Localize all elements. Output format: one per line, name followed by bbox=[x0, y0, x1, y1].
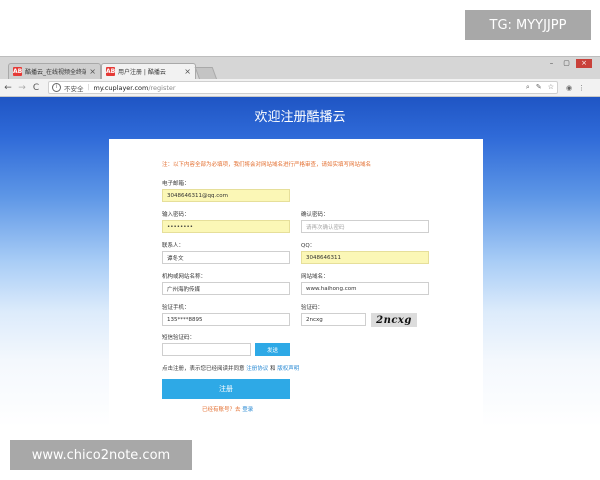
email-field[interactable]: 3048646311@qq.com bbox=[162, 189, 290, 202]
address-bar[interactable]: i 不安全 | my.cuplayer.com /register ⌕ ✎ ☆ bbox=[48, 81, 558, 94]
page-title: 欢迎注册酷播云 bbox=[254, 110, 346, 125]
tab-title: 用户注册 | 酷播云 bbox=[118, 69, 166, 76]
extension-area: ◉ ⋮ bbox=[566, 84, 585, 92]
url-host: my.cuplayer.com bbox=[93, 83, 149, 92]
email-label: 电子邮箱： bbox=[162, 181, 190, 187]
contact-label: 联系人： bbox=[162, 243, 185, 249]
send-sms-button[interactable]: 发送 bbox=[255, 343, 290, 356]
watermark-bottom-left: www.chico2note.com bbox=[10, 440, 192, 470]
omnibox-icons: ⌕ ✎ ☆ bbox=[526, 83, 554, 92]
sms-code-label: 短信验证码： bbox=[162, 335, 196, 341]
agreement-text: 点击注册，表示您已经阅读并同意 注册协议 和 版权声明 bbox=[162, 364, 299, 372]
captcha-image[interactable]: 2ncxg bbox=[371, 313, 417, 327]
qq-label: QQ： bbox=[301, 243, 316, 249]
org-name-field[interactable]: 广州海豹传媒 bbox=[162, 282, 290, 295]
minimize-icon[interactable]: – bbox=[546, 59, 557, 68]
pin-icon[interactable]: ✎ bbox=[536, 83, 542, 92]
back-icon[interactable]: ← bbox=[2, 83, 14, 93]
org-name-label: 机构或网站名称： bbox=[162, 274, 207, 280]
tab-title: 酷播云_在线视频全终端 bbox=[25, 69, 87, 76]
register-form-card: 注：以下内容全部为必填项，我们将会对网站域名进行严格审查，请如实填写网站域名 电… bbox=[109, 139, 483, 427]
reload-icon[interactable]: C bbox=[30, 83, 42, 93]
security-label: 不安全 bbox=[64, 84, 84, 93]
browser-window: AB 酷播云_在线视频全终端 × AB 用户注册 | 酷播云 × – ▢ × ←… bbox=[0, 56, 600, 427]
domain-label: 网站域名： bbox=[301, 274, 329, 280]
tab-register[interactable]: AB 用户注册 | 酷播云 × bbox=[101, 63, 196, 79]
forward-icon[interactable]: → bbox=[16, 83, 28, 93]
tab-close-icon[interactable]: × bbox=[89, 67, 96, 76]
password-field[interactable]: •••••••• bbox=[162, 220, 290, 233]
extension-icon[interactable]: ◉ bbox=[566, 84, 572, 92]
site-favicon-icon: AB bbox=[13, 67, 23, 76]
page-content: 欢迎注册酷播云 注：以下内容全部为必填项，我们将会对网站域名进行严格审查，请如实… bbox=[0, 97, 600, 427]
maximize-icon[interactable]: ▢ bbox=[561, 59, 572, 68]
star-icon[interactable]: ☆ bbox=[548, 83, 554, 92]
url-path: /register bbox=[148, 83, 176, 92]
login-link[interactable]: 登录 bbox=[242, 407, 253, 413]
agreement-prefix: 点击注册，表示您已经阅读并同意 bbox=[162, 366, 247, 372]
tab-close-icon[interactable]: × bbox=[184, 67, 191, 76]
copyright-link[interactable]: 版权声明 bbox=[277, 366, 299, 372]
password-label: 输入密码： bbox=[162, 212, 190, 218]
menu-icon[interactable]: ⋮ bbox=[578, 84, 585, 92]
domain-field[interactable]: www.haihong.com bbox=[301, 282, 429, 295]
address-separator: | bbox=[87, 84, 90, 91]
phone-field[interactable]: 135****8895 bbox=[162, 313, 290, 326]
close-window-icon[interactable]: × bbox=[576, 59, 592, 68]
phone-label: 验证手机： bbox=[162, 305, 190, 311]
confirm-password-field[interactable]: 请再次确认密码 bbox=[301, 220, 429, 233]
tab-strip: AB 酷播云_在线视频全终端 × AB 用户注册 | 酷播云 × – ▢ × bbox=[0, 57, 600, 80]
info-icon[interactable]: i bbox=[52, 83, 61, 92]
confirm-password-label: 确认密码： bbox=[301, 212, 329, 218]
search-icon[interactable]: ⌕ bbox=[526, 83, 530, 92]
login-prompt: 已经有账号？去 登录 bbox=[202, 405, 253, 413]
site-favicon-icon: AB bbox=[106, 67, 116, 76]
register-button[interactable]: 注册 bbox=[162, 379, 290, 399]
form-notice: 注：以下内容全部为必填项，我们将会对网站域名进行严格审查，请如实填写网站域名 bbox=[162, 162, 372, 168]
tab-cuplayer-home[interactable]: AB 酷播云_在线视频全终端 × bbox=[8, 63, 101, 79]
contact-field[interactable]: 谭冬文 bbox=[162, 251, 290, 264]
watermark-top-right: TG: MYYJJPP bbox=[465, 10, 591, 40]
browser-toolbar: ← → C i 不安全 | my.cuplayer.com /register … bbox=[0, 79, 600, 97]
sms-code-field[interactable] bbox=[162, 343, 251, 356]
captcha-label: 验证码： bbox=[301, 305, 324, 311]
qq-field[interactable]: 3048646311 bbox=[301, 251, 429, 264]
login-prompt-text: 已经有账号？去 bbox=[202, 407, 243, 413]
register-terms-link[interactable]: 注册协议 bbox=[246, 366, 268, 372]
window-controls: – ▢ × bbox=[546, 59, 592, 68]
agreement-and: 和 bbox=[268, 366, 278, 372]
captcha-field[interactable]: 2ncxg bbox=[301, 313, 366, 326]
